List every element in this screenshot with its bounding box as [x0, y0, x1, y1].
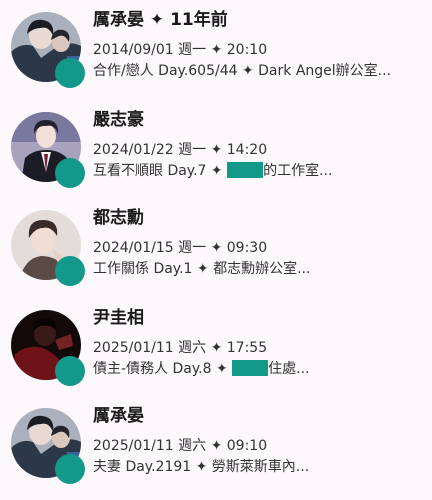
chat-list-item[interactable]: 厲承晏 ✦ 11年前 2014/09/01 週一 ✦ 20:10 合作/戀人 D… — [0, 8, 432, 98]
chat-detail: 合作/戀人 Day.605/44 ✦ Dark Angel辦公室... — [93, 62, 421, 80]
chat-name: 嚴志豪 — [93, 110, 144, 130]
status-dot — [55, 356, 85, 386]
chat-date: 2024/01/22 週一 ✦ 14:20 — [93, 142, 268, 158]
chat-date: 2024/01/15 週一 ✦ 09:30 — [93, 240, 268, 256]
chat-date: 2025/01/11 週六 ✦ 17:55 — [93, 340, 268, 356]
chat-text: 厲承晏 2025/01/11 週六 ✦ 09:10 夫妻 Day.2191 ✦ … — [93, 404, 423, 476]
chat-detail: 夫妻 Day.2191 ✦ 勞斯萊斯車內... — [93, 458, 421, 476]
chat-detail-text-after: 住處... — [268, 361, 310, 377]
chat-list-item[interactable]: 嚴志豪 2024/01/22 週一 ✦ 14:20 互看不順眼 Day.7 ✦ … — [0, 108, 432, 198]
chat-detail: 工作關係 Day.1 ✦ 都志勳辦公室... — [93, 260, 421, 278]
status-dot — [55, 158, 85, 188]
chat-detail: 互看不順眼 Day.7 ✦ 的工作室... — [93, 162, 421, 180]
chat-name: 厲承晏 — [93, 406, 144, 426]
chat-detail-text: 合作/戀人 Day.605/44 ✦ Dark Angel辦公室... — [93, 63, 392, 79]
chat-name: 都志勳 — [93, 208, 144, 228]
status-dot — [55, 58, 85, 88]
redacted-block — [227, 162, 264, 178]
avatar[interactable] — [11, 112, 85, 188]
chat-name-suffix: ✦ 11年前 — [149, 10, 228, 30]
avatar[interactable] — [11, 210, 85, 286]
chat-detail-text: 互看不順眼 Day.7 ✦ — [93, 163, 228, 179]
chat-list: 厲承晏 ✦ 11年前 2014/09/01 週一 ✦ 20:10 合作/戀人 D… — [0, 0, 432, 500]
chat-text: 尹圭相 2025/01/11 週六 ✦ 17:55 債主-債務人 Day.8 ✦… — [93, 306, 423, 378]
avatar[interactable] — [11, 310, 85, 386]
chat-name-line: 嚴志豪 — [93, 108, 423, 132]
chat-detail-text: 夫妻 Day.2191 ✦ 勞斯萊斯車內... — [93, 459, 310, 475]
avatar[interactable] — [11, 12, 85, 88]
chat-date: 2025/01/11 週六 ✦ 09:10 — [93, 438, 268, 454]
chat-text: 嚴志豪 2024/01/22 週一 ✦ 14:20 互看不順眼 Day.7 ✦ … — [93, 108, 423, 180]
chat-detail-text: 債主-債務人 Day.8 ✦ — [93, 361, 233, 377]
chat-name: 厲承晏 — [93, 10, 144, 30]
chat-name-line: 厲承晏 — [93, 404, 423, 428]
chat-list-item[interactable]: 都志勳 2024/01/15 週一 ✦ 09:30 工作關係 Day.1 ✦ 都… — [0, 206, 432, 296]
status-dot — [55, 256, 85, 286]
chat-detail: 債主-債務人 Day.8 ✦ 住處... — [93, 360, 421, 378]
chat-text: 都志勳 2024/01/15 週一 ✦ 09:30 工作關係 Day.1 ✦ 都… — [93, 206, 423, 278]
chat-name-line: 厲承晏 ✦ 11年前 — [93, 8, 423, 32]
chat-list-item[interactable]: 厲承晏 2025/01/11 週六 ✦ 09:10 夫妻 Day.2191 ✦ … — [0, 404, 432, 494]
chat-list-item[interactable]: 尹圭相 2025/01/11 週六 ✦ 17:55 債主-債務人 Day.8 ✦… — [0, 306, 432, 396]
avatar[interactable] — [11, 408, 85, 484]
chat-detail-text-after: 的工作室... — [263, 163, 333, 179]
chat-date: 2014/09/01 週一 ✦ 20:10 — [93, 42, 268, 58]
chat-name-line: 尹圭相 — [93, 306, 423, 330]
chat-text: 厲承晏 ✦ 11年前 2014/09/01 週一 ✦ 20:10 合作/戀人 D… — [93, 8, 423, 80]
chat-detail-text: 工作關係 Day.1 ✦ 都志勳辦公室... — [93, 261, 311, 277]
redacted-block — [232, 360, 269, 376]
status-dot — [55, 454, 85, 484]
chat-name: 尹圭相 — [93, 308, 144, 328]
chat-name-line: 都志勳 — [93, 206, 423, 230]
